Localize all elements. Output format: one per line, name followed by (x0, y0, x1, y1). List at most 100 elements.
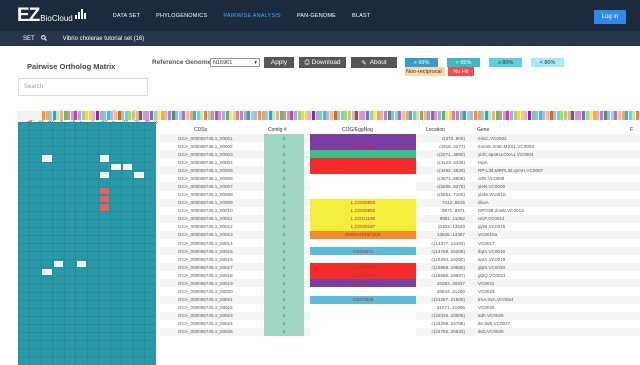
ezbiocloud-logo[interactable]: EZ BioCloud (17, 5, 87, 27)
strip-mark (510, 111, 513, 120)
contig-cell: 1 (264, 239, 304, 248)
table-row[interactable]: GCA_000006745.1_00005 1 c(4492..4629) RP-L3… (160, 166, 640, 175)
table-row[interactable]: GCA_000006745.1_00015 1 COG0071 c(14769..15… (160, 247, 640, 256)
matrix-cell-highlight[interactable] (99, 155, 109, 162)
matrix-cell-highlight[interactable] (99, 171, 109, 179)
login-button[interactable]: Log in (594, 10, 626, 24)
strip-mark (106, 111, 110, 120)
header-extra[interactable]: F (630, 127, 633, 133)
matrix-cell-highlight[interactable] (99, 204, 109, 211)
table-row[interactable]: GCA_000006745.1_00003 1 c(2271..3890) yidC,… (160, 150, 640, 159)
strip-mark (520, 111, 524, 120)
matrix-cell-highlight[interactable] (99, 195, 109, 203)
strip-mark (362, 111, 366, 120)
strip-mark (132, 111, 135, 120)
table-row[interactable]: GCA_000006745.1_00022 1 21671..21906 VC0025 (160, 303, 640, 312)
strip-mark (531, 111, 535, 120)
strip-mark (211, 111, 215, 120)
strip-mark (222, 111, 225, 120)
nav-blast[interactable]: BLAST (352, 13, 370, 19)
table-row[interactable]: GCA_000006745.1_00007 1 c(5605..6276) yieN,… (160, 182, 640, 191)
matrix-cell-highlight[interactable] (122, 163, 132, 170)
header-cog[interactable]: COG/EggNog (342, 127, 373, 133)
cds-cell: GCA_000006745.1_00021 (178, 297, 233, 303)
nav-pan-genome[interactable]: PAN-GENOME (297, 13, 336, 19)
search-icon[interactable] (40, 34, 47, 43)
reference-genome-select[interactable]: N16961 ▾ (210, 58, 260, 67)
strip-mark (250, 111, 254, 120)
gene-position-strip[interactable] (18, 111, 640, 120)
matrix-cell-highlight[interactable] (111, 163, 121, 170)
matrix-cell-highlight[interactable] (99, 187, 109, 195)
table-row[interactable]: GCA_000006745.1_00009 1 L,COG0593 7412..881… (160, 198, 640, 207)
matrix-cell-highlight[interactable] (42, 155, 52, 162)
table-row[interactable]: GCA_000006745.1_00011 1 L,COG1195 9991..110… (160, 214, 640, 223)
table-row[interactable]: GCA_000006745.1_00021 1 COG0526 c(21267..21… (160, 295, 640, 304)
matrix-cell-highlight[interactable] (42, 268, 52, 276)
table-row[interactable]: GCA_000006745.1_00016 1 c(15294..16250) aot… (160, 255, 640, 264)
matrix-cell-highlight[interactable] (53, 260, 63, 268)
table-row[interactable]: GCA_000006745.1_00019 1 COG2512 20283..2083… (160, 279, 640, 288)
cog-cell (310, 319, 416, 328)
table-row[interactable]: GCA_000006745.1_00014 1 c(14377..14493) VC0… (160, 239, 640, 248)
strip-mark (348, 111, 351, 120)
matrix-cell-highlight[interactable] (134, 171, 144, 179)
ortholog-matrix-grid[interactable] (18, 122, 156, 365)
matrix-cell-highlight[interactable] (76, 260, 86, 268)
location-cell: c(24792..26533) (431, 329, 465, 335)
strip-mark (193, 111, 197, 120)
nav-pairwise-analysis[interactable]: PAIRWISE ANALYSIS (223, 13, 281, 19)
header-cdss[interactable]: CDSs (194, 127, 207, 133)
table-row[interactable]: GCA_000006745.1_00006 1 c(4871..5608) orfE,… (160, 174, 640, 183)
strip-mark (452, 111, 456, 120)
location-cell: c(22026..23006) (431, 313, 465, 319)
strip-mark (207, 111, 211, 120)
cds-cell: GCA_000006745.1_00018 (178, 272, 233, 278)
table-row[interactable]: GCA_000006745.1_00012 1 L,COG0187 11103..13… (160, 222, 640, 231)
table-row[interactable]: GCA_000006745.1_00017 1 C,COG0578 c(15869..… (160, 263, 640, 272)
cds-cell: GCA_000006745.1_00002 (178, 143, 233, 149)
strip-mark (448, 111, 452, 120)
table-row[interactable]: GCA_000006745.1_00010 1 L,COG0592 8871..997… (160, 206, 640, 215)
table-row[interactable]: GCA_000006745.1_00024 1 c(23206..24788) ilv… (160, 319, 640, 328)
gene-cell: ilvI,ilvB,VC0027 (478, 321, 511, 327)
apply-button[interactable]: Apply (264, 57, 294, 68)
about-button[interactable]: ✎ About (351, 57, 397, 68)
gene-cell: RP-L34,MRPL34,rpmH,VC0007 (478, 167, 544, 173)
table-row[interactable]: GCA_000006745.1_00002 1 D,COG0486 c(916..22… (160, 142, 640, 151)
header-contig[interactable]: Contig # (268, 127, 287, 133)
strip-mark (52, 111, 56, 120)
strip-mark (528, 111, 531, 120)
table-row[interactable]: GCA_000006745.1_00013 1 ENOG4105F1CE 13845.… (160, 230, 640, 240)
cds-cell: GCA_000006745.1_00017 (178, 264, 233, 270)
strip-mark (571, 111, 575, 120)
strip-mark (438, 111, 441, 120)
strip-mark (574, 111, 578, 120)
header-location[interactable]: Location (426, 127, 445, 133)
table-row[interactable]: GCA_000006745.1_00001 1 c(373..906) mioC,VC… (160, 134, 640, 143)
download-button[interactable]: ⎙ Download (299, 57, 346, 68)
contig-cell: 1 (264, 134, 304, 143)
strip-mark (355, 111, 359, 120)
table-row[interactable]: GCA_000006745.1_00008 1 c(6554..7100) yieM,… (160, 190, 640, 199)
table-row[interactable]: GCA_000006745.1_00004 1 c(4123..4446) rnpA (160, 158, 640, 167)
gene-cell: glpS,VC0020 (478, 264, 506, 270)
cds-cell: GCA_000006745.1_00011 (178, 216, 233, 222)
strip-mark (582, 111, 585, 120)
cog-cell (310, 255, 416, 264)
strip-mark (78, 111, 81, 120)
header-gene[interactable]: Gene (477, 127, 489, 133)
strip-mark (380, 111, 384, 120)
table-row[interactable]: GCA_000006745.1_00025 1 c(24792..26533) ilv… (160, 327, 640, 336)
strip-mark (276, 111, 279, 120)
table-row[interactable]: GCA_000006745.1_00018 1 C,COG0579 c(18560..… (160, 271, 640, 280)
search-input[interactable]: Search (18, 78, 148, 96)
nav-phylogenomics[interactable]: PHYLOGENOMICS (156, 13, 207, 19)
cog-cell (310, 174, 416, 183)
table-row[interactable]: GCA_000006745.1_00020 1 20843..21200 VC0023 (160, 287, 640, 296)
table-row[interactable]: GCA_000006745.1_00023 1 c(22026..23006) adh… (160, 311, 640, 320)
strip-mark (463, 111, 467, 120)
strip-mark (96, 111, 99, 120)
nav-dataset[interactable]: DATA SET (113, 13, 140, 19)
strip-mark (70, 111, 74, 120)
